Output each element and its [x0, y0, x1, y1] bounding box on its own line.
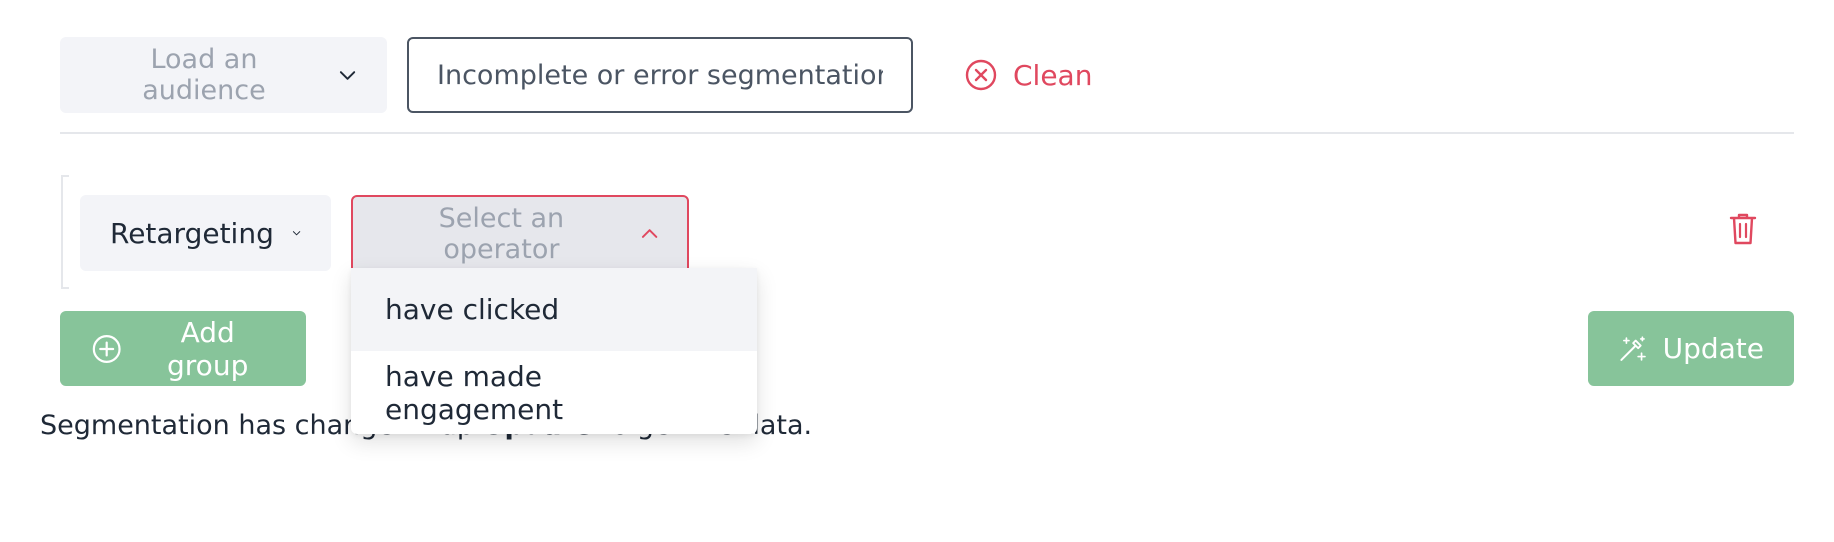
trash-icon: [1729, 213, 1757, 244]
close-circle-icon: [965, 59, 997, 91]
add-group-label: Add group: [167, 315, 249, 382]
load-audience-dropdown[interactable]: Load an audience: [60, 37, 387, 113]
segmentation-panel: Load an audience Clean Retargeting Selec…: [0, 0, 1834, 542]
segmentation-input[interactable]: [407, 37, 913, 113]
chevron-down-icon: [292, 231, 301, 236]
operator-option-have-made-engagement[interactable]: have made engagement: [351, 351, 757, 434]
update-label: Update: [1662, 332, 1764, 365]
plus-circle-icon: [92, 334, 121, 363]
criterion-label: Retargeting: [110, 216, 274, 250]
operator-dropdown[interactable]: Select an operator: [351, 195, 689, 273]
add-group-button[interactable]: Add group: [60, 311, 306, 386]
clean-label: Clean: [1013, 58, 1093, 92]
operator-placeholder: Select an operator: [438, 203, 565, 265]
load-audience-label: Load an audience: [142, 44, 266, 106]
operator-menu: have clicked have made engagement: [351, 268, 757, 434]
chevron-down-icon: [339, 71, 356, 80]
delete-group-button[interactable]: [1726, 210, 1760, 250]
magic-wand-icon: [1620, 335, 1646, 361]
operator-option-have-clicked[interactable]: have clicked: [351, 268, 757, 351]
update-button[interactable]: Update: [1588, 311, 1794, 386]
group-bracket: [61, 175, 69, 289]
divider: [60, 132, 1794, 134]
chevron-up-icon: [641, 229, 658, 238]
clean-button[interactable]: Clean: [965, 52, 1092, 98]
criterion-dropdown[interactable]: Retargeting: [80, 195, 331, 271]
